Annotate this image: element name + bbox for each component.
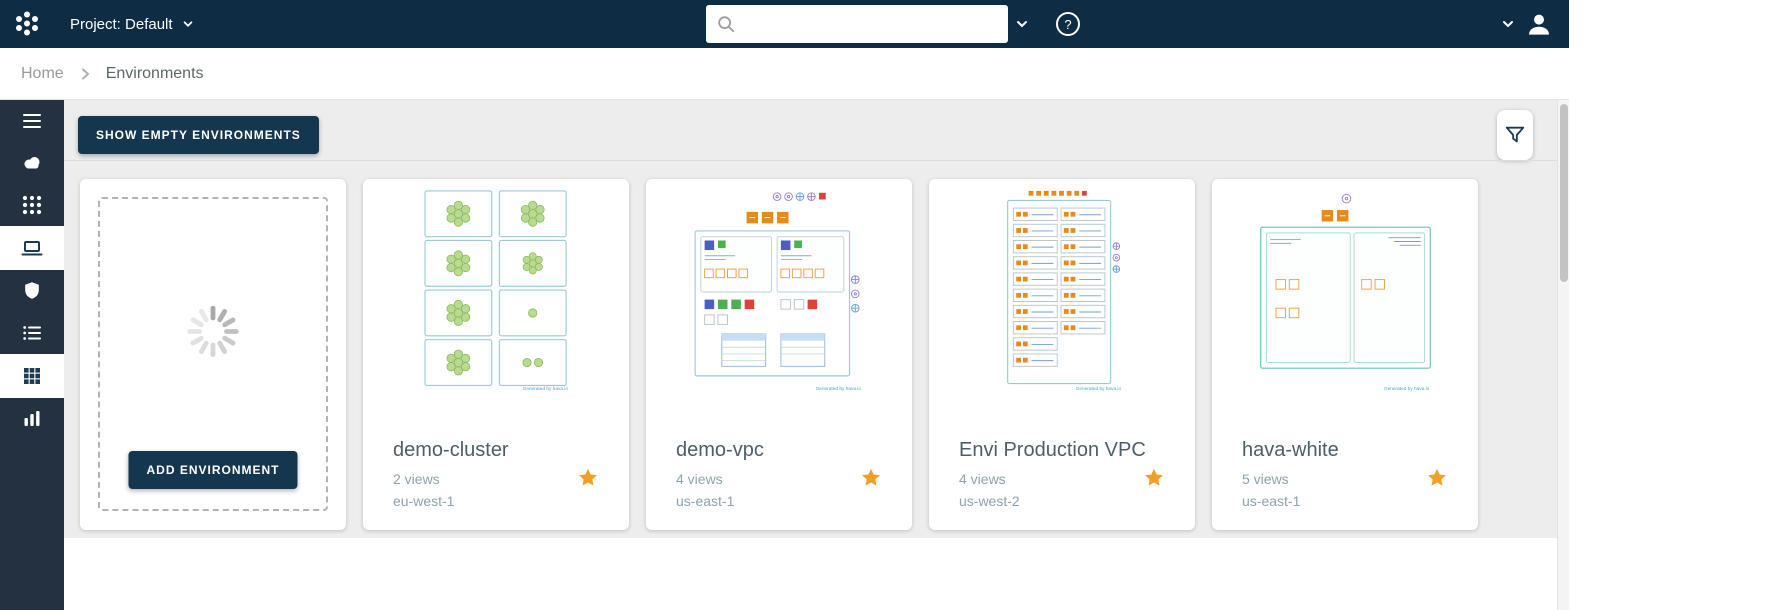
- apps-grid-icon: [22, 195, 42, 215]
- environment-title: demo-cluster: [393, 439, 509, 461]
- chevron-right-icon: [81, 68, 90, 79]
- environment-region: us-east-1: [676, 493, 735, 509]
- add-environment-card: ADD ENVIRONMENT: [80, 179, 346, 530]
- breadcrumb-current: Environments: [105, 64, 204, 82]
- environment-region: us-west-2: [959, 493, 1020, 509]
- user-icon: [1529, 14, 1549, 35]
- help-icon: ?: [1056, 12, 1080, 36]
- favorite-star-icon[interactable]: [1143, 467, 1165, 489]
- search-icon: [718, 16, 735, 33]
- environment-title: demo-vpc: [676, 439, 764, 461]
- list-icon: [23, 326, 41, 340]
- environment-card-demo-vpc[interactable]: Generated by hava.io demo-vpc 4 views us…: [646, 179, 912, 530]
- environment-preview[interactable]: Generated by hava.io: [363, 189, 629, 394]
- scrollbar-thumb[interactable]: [1560, 104, 1568, 282]
- diagram-grid-icon: [24, 368, 40, 384]
- user-account-button[interactable]: [1524, 9, 1554, 39]
- environment-cards: ADD ENVIRONMENT Generated by hava.io dem…: [80, 179, 1478, 530]
- stats-chart-icon: [24, 411, 40, 426]
- favorite-star-icon[interactable]: [860, 467, 882, 489]
- shield-icon: [25, 282, 39, 299]
- favorite-star-icon[interactable]: [1426, 467, 1448, 489]
- loading-spinner-icon: [184, 303, 242, 366]
- environment-region: eu-west-1: [393, 493, 455, 509]
- add-environment-button[interactable]: ADD ENVIRONMENT: [128, 451, 298, 489]
- hava-logo[interactable]: [10, 7, 44, 41]
- environment-card-envi-production-vpc[interactable]: Generated by hava.io Envi Production VPC…: [929, 179, 1195, 530]
- environment-preview[interactable]: Generated by hava.io: [929, 189, 1195, 394]
- hava-logo-icon: [16, 11, 38, 36]
- chevron-down-icon: [183, 21, 192, 27]
- environment-title: hava-white: [1242, 439, 1339, 461]
- favorite-star-icon[interactable]: [577, 467, 599, 489]
- sidebar: [0, 100, 64, 610]
- project-label: Project: Default: [70, 15, 173, 33]
- menu-icon: [23, 114, 41, 128]
- cloud-sync-icon: [24, 157, 40, 169]
- environment-diagram-thumbnail: Generated by hava.io: [1259, 193, 1431, 392]
- search-options-dropdown[interactable]: [1014, 16, 1030, 32]
- search-input[interactable]: [744, 15, 998, 33]
- environment-title: Envi Production VPC: [959, 439, 1146, 461]
- environment-preview[interactable]: Generated by hava.io: [646, 189, 912, 394]
- show-empty-environments-button[interactable]: SHOW EMPTY ENVIRONMENTS: [78, 116, 319, 154]
- sidebar-item-diagrams[interactable]: [0, 354, 64, 398]
- environment-card-demo-cluster[interactable]: Generated by hava.io demo-cluster 2 view…: [363, 179, 629, 530]
- search-box[interactable]: [706, 5, 1008, 43]
- chevron-down-icon: [1017, 21, 1027, 28]
- environment-views: 5 views: [1242, 471, 1289, 487]
- preview-caption: Generated by hava.io: [522, 386, 568, 392]
- environment-preview[interactable]: Generated by hava.io: [1212, 189, 1478, 394]
- sidebar-item-security[interactable]: [0, 270, 64, 312]
- filter-button[interactable]: [1497, 110, 1533, 160]
- environment-region: us-east-1: [1242, 493, 1301, 509]
- funnel-icon: [1505, 126, 1525, 143]
- environments-laptop-icon: [21, 241, 43, 256]
- environment-views: 4 views: [959, 471, 1006, 487]
- breadcrumb: Home Environments: [0, 48, 1569, 100]
- vertical-scrollbar[interactable]: [1557, 100, 1569, 610]
- breadcrumb-home-link[interactable]: Home: [21, 65, 64, 83]
- environment-card-hava-white[interactable]: Generated by hava.io hava-white 5 views …: [1212, 179, 1478, 530]
- sidebar-item-cloud-sync[interactable]: [0, 142, 64, 184]
- preview-caption: Generated by hava.io: [1076, 386, 1122, 392]
- environment-diagram-thumbnail: Generated by hava.io: [423, 190, 568, 392]
- app-window: Project: Default ? Home Environments SHO…: [0, 0, 1569, 610]
- topbar: Project: Default ?: [0, 0, 1569, 48]
- toolbar-divider: [64, 160, 1557, 161]
- main-content: SHOW EMPTY ENVIRONMENTS ADD ENVIRONMENT …: [64, 100, 1557, 538]
- project-selector[interactable]: Project: Default: [70, 0, 195, 48]
- sidebar-item-environments[interactable]: [0, 226, 64, 270]
- help-button[interactable]: ?: [1054, 10, 1082, 38]
- sidebar-item-stats[interactable]: [0, 398, 64, 440]
- user-menu-dropdown[interactable]: [1500, 16, 1516, 32]
- sidebar-item-menu[interactable]: [0, 100, 64, 142]
- environment-diagram-thumbnail: Generated by hava.io: [1007, 190, 1122, 392]
- svg-text:?: ?: [1064, 17, 1071, 32]
- sidebar-item-list[interactable]: [0, 312, 64, 354]
- preview-caption: Generated by hava.io: [1383, 386, 1429, 392]
- chevron-down-icon: [1503, 21, 1513, 28]
- environment-views: 2 views: [393, 471, 440, 487]
- environment-diagram-thumbnail: Generated by hava.io: [694, 192, 862, 392]
- preview-caption: Generated by hava.io: [816, 386, 862, 392]
- environment-views: 4 views: [676, 471, 723, 487]
- sidebar-item-apps[interactable]: [0, 184, 64, 226]
